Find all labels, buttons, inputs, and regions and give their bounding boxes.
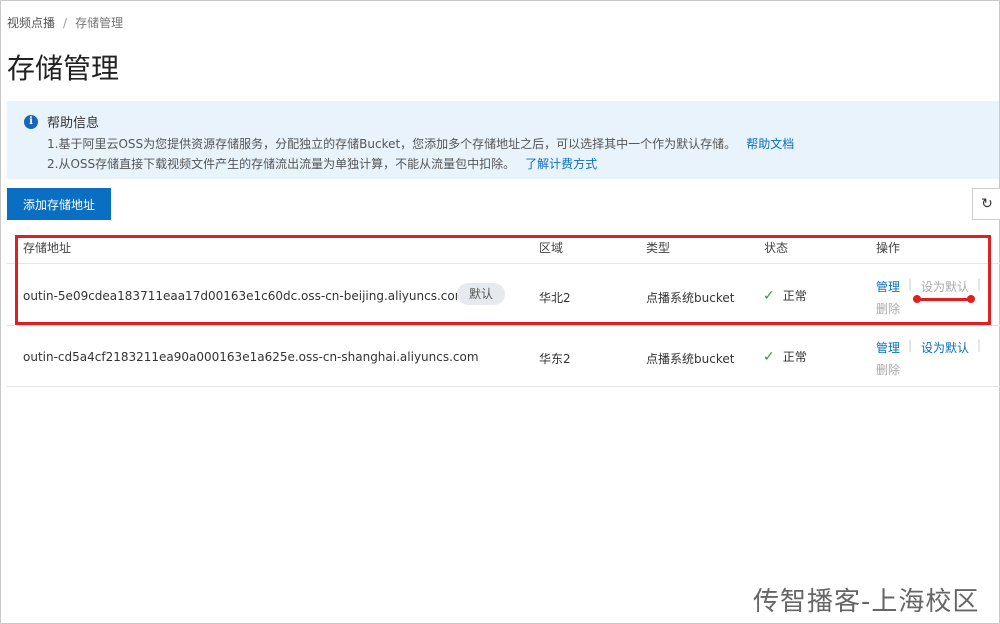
help-line-1: 1.基于阿里云OSS为您提供资源存储服务，分配独立的存储Bucket，您添加多个… xyxy=(47,135,794,152)
check-icon: ✓ xyxy=(763,349,775,365)
refresh-button[interactable]: ↻ xyxy=(972,188,1000,220)
row-divider xyxy=(7,325,1000,326)
annotation-dot xyxy=(967,295,975,303)
set-default-link[interactable]: 设为默认 xyxy=(921,339,969,356)
annotation-highlight-box xyxy=(15,235,991,325)
help-line-2: 2.从OSS存储直接下载视频文件产生的存储流出流量为单独计算，不能从流量包中扣除… xyxy=(47,155,597,172)
manage-link[interactable]: 管理 xyxy=(876,339,900,356)
action-separator: | xyxy=(908,338,913,352)
annotation-underline xyxy=(917,298,971,301)
watermark-text: 传智播客-上海校区 xyxy=(753,587,980,617)
help-line-1-text: 1.基于阿里云OSS为您提供资源存储服务，分配独立的存储Bucket，您添加多个… xyxy=(47,137,737,151)
row-divider xyxy=(7,386,1000,387)
info-icon: i xyxy=(24,115,38,129)
row-region: 华东2 xyxy=(539,352,571,366)
annotation-dot xyxy=(913,295,921,303)
breadcrumb-parent[interactable]: 视频点播 xyxy=(7,16,55,30)
help-panel: i 帮助信息 1.基于阿里云OSS为您提供资源存储服务，分配独立的存储Bucke… xyxy=(7,101,999,179)
help-doc-link[interactable]: 帮助文档 xyxy=(746,137,794,151)
billing-link[interactable]: 了解计费方式 xyxy=(525,157,597,171)
breadcrumb-separator: / xyxy=(63,16,68,30)
row-status: ✓ 正常 xyxy=(763,348,807,365)
refresh-icon: ↻ xyxy=(981,196,993,212)
delete-link-disabled: 删除 xyxy=(876,363,901,377)
row-status-text: 正常 xyxy=(782,350,807,364)
breadcrumb-current: 存储管理 xyxy=(75,16,124,30)
page-title: 存储管理 xyxy=(7,52,120,85)
breadcrumb: 视频点播 / 存储管理 xyxy=(7,14,123,31)
help-line-2-text: 2.从OSS存储直接下载视频文件产生的存储流出流量为单独计算，不能从流量包中扣除… xyxy=(47,157,516,171)
add-storage-button[interactable]: 添加存储地址 xyxy=(7,188,111,220)
help-title: 帮助信息 xyxy=(47,116,100,131)
action-separator: | xyxy=(977,338,982,352)
row-type: 点播系统bucket xyxy=(646,352,735,366)
row-address: outin-cd5a4cf2183211ea90a000163e1a625e.o… xyxy=(23,350,479,364)
